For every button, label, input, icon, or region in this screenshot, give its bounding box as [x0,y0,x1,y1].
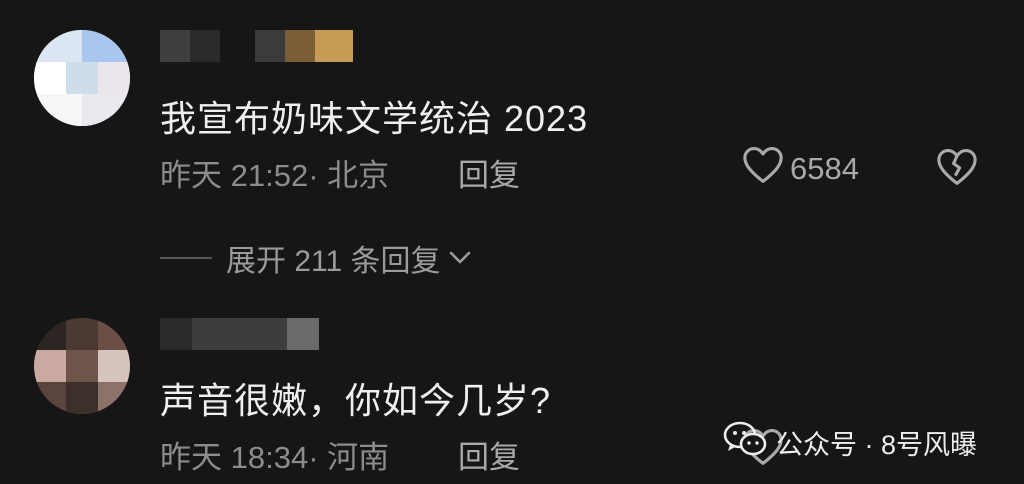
avatar[interactable] [34,318,130,414]
watermark: 公众号 · 8号风曝 [722,420,977,465]
avatar-mosaic [34,30,130,126]
like-count: 6584 [790,151,859,186]
expand-replies-button[interactable]: 展开 211 条回复 [160,236,473,280]
divider-line [160,257,212,259]
reply-button[interactable]: 回复 [458,150,520,195]
expand-replies-label: 展开 211 条回复 [226,245,441,278]
comment-text: 声音很嫩，你如今几岁? [160,380,552,421]
chevron-down-icon [447,241,473,275]
reply-button[interactable]: 回复 [458,432,520,477]
wechat-icon [722,420,768,465]
like-button[interactable]: 6584 [742,146,859,192]
username-blurred[interactable] [160,30,355,64]
avatar[interactable] [34,30,130,126]
dislike-button[interactable] [936,148,978,191]
comment-time-location: 昨天 18:34· 河南 [160,440,390,475]
broken-heart-icon [936,149,978,190]
heart-outline-icon [742,146,784,192]
avatar-mosaic [34,318,130,414]
watermark-text: 公众号 · 8号风曝 [776,430,978,460]
comment-time-location: 昨天 21:52· 北京 [160,158,390,193]
username-blurred[interactable] [160,318,320,352]
comment-text: 我宣布奶味文学统治 2023 [160,98,589,139]
